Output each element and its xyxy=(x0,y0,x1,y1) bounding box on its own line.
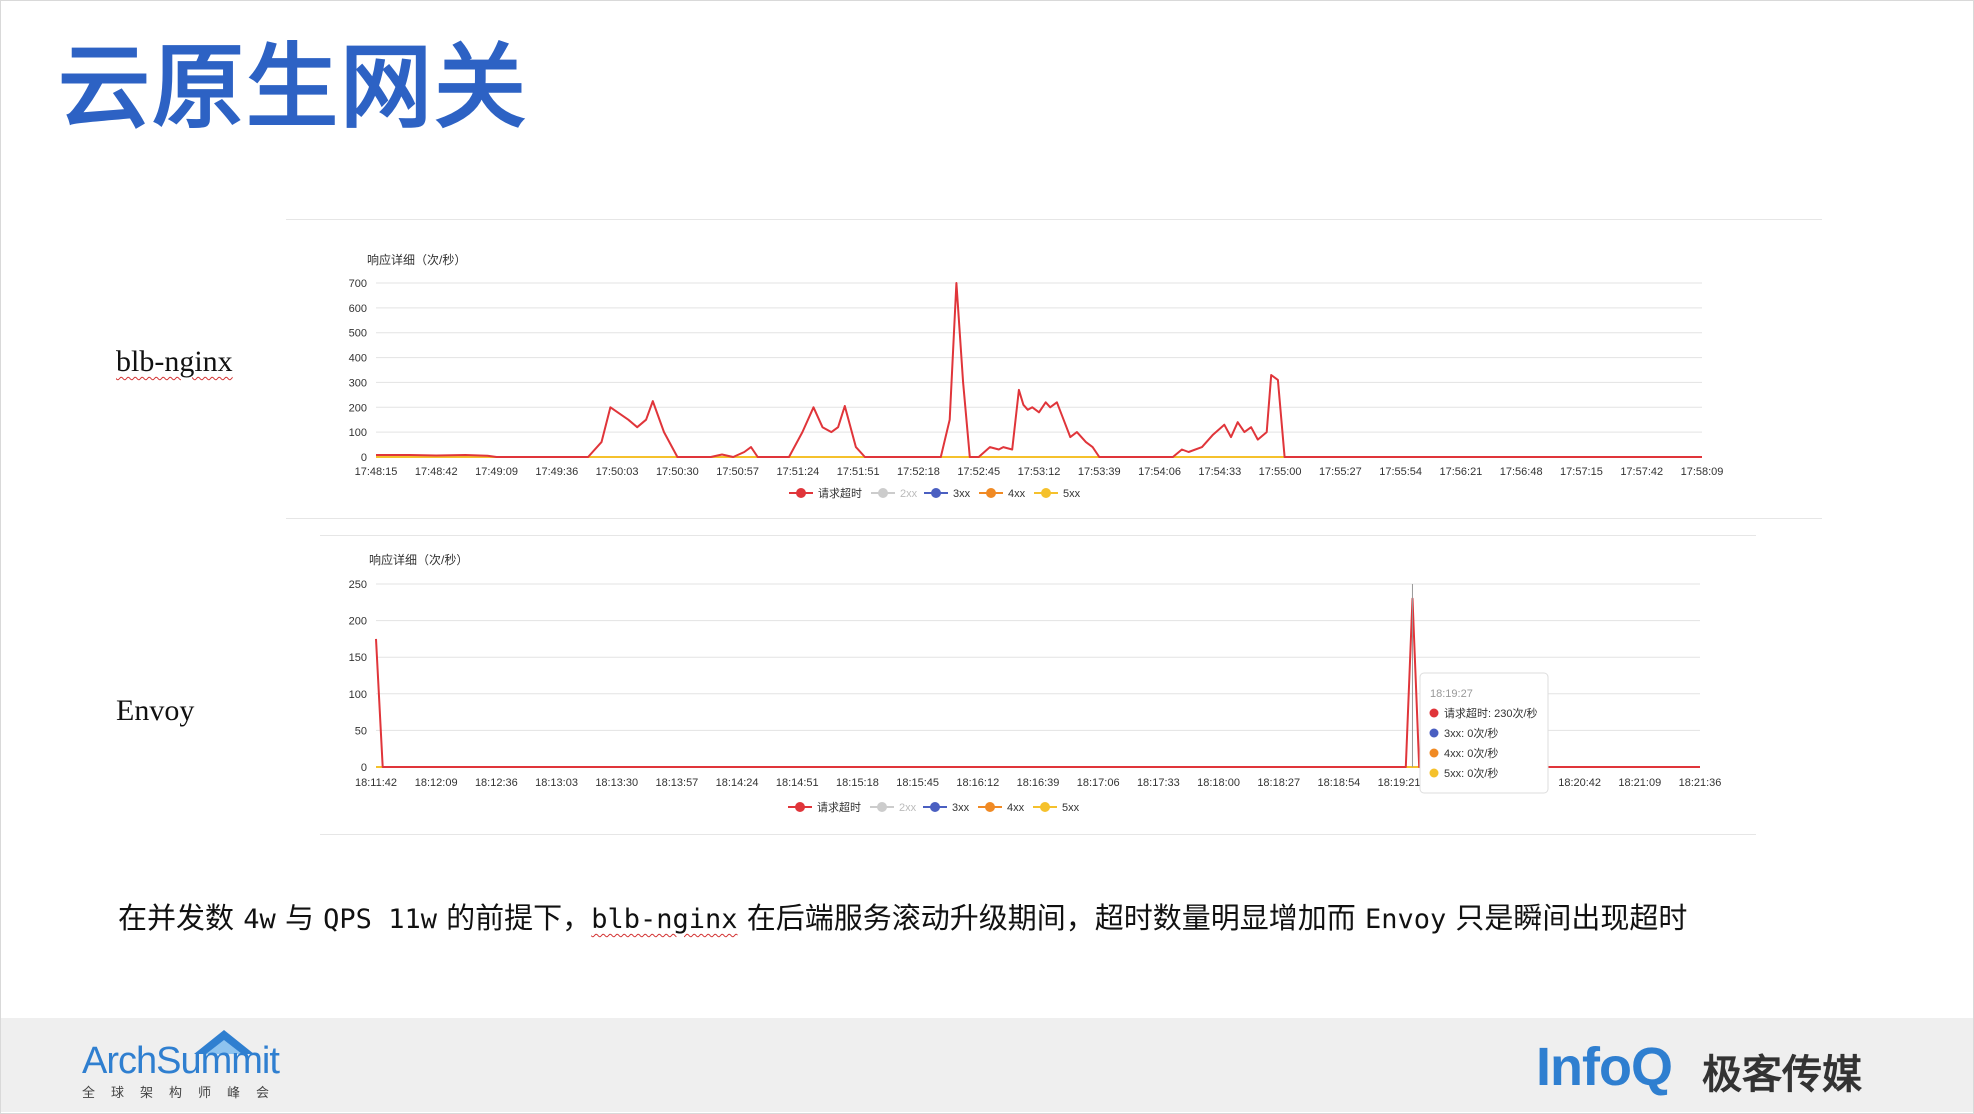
archsummit-subtitle: 全球架构师峰会 xyxy=(82,1086,286,1101)
infoq-cn-logo: 极客传媒 xyxy=(1702,1052,1862,1098)
caption-part: Envoy xyxy=(1364,904,1447,935)
slide-title: 云原生网关 xyxy=(58,34,529,141)
archsummit-logo: ArchSummit xyxy=(82,1040,280,1082)
caption-part: 4w xyxy=(243,904,276,935)
chart-panel-envoy xyxy=(320,535,1756,835)
caption-part: 与 xyxy=(275,901,324,935)
infoq-logo: InfoQ xyxy=(1536,1037,1673,1097)
caption-part: blb-nginx xyxy=(591,904,738,935)
caption-part: QPS 11w xyxy=(323,904,437,935)
chart-panel-nginx xyxy=(286,219,1822,519)
caption-part: 在并发数 xyxy=(118,901,244,935)
slide-caption: 在并发数 4w 与 QPS 11w 的前提下，blb-nginx 在后端服务滚动… xyxy=(118,888,1858,950)
caption-part: 只是瞬间出现超时 xyxy=(1446,901,1688,935)
row-label-envoy: Envoy xyxy=(116,694,195,727)
caption-part: 在后端服务滚动升级期间，超时数量明显增加而 xyxy=(737,901,1365,935)
caption-part: 的前提下， xyxy=(436,901,592,935)
row-label-blb-nginx: blb-nginx xyxy=(116,345,233,378)
